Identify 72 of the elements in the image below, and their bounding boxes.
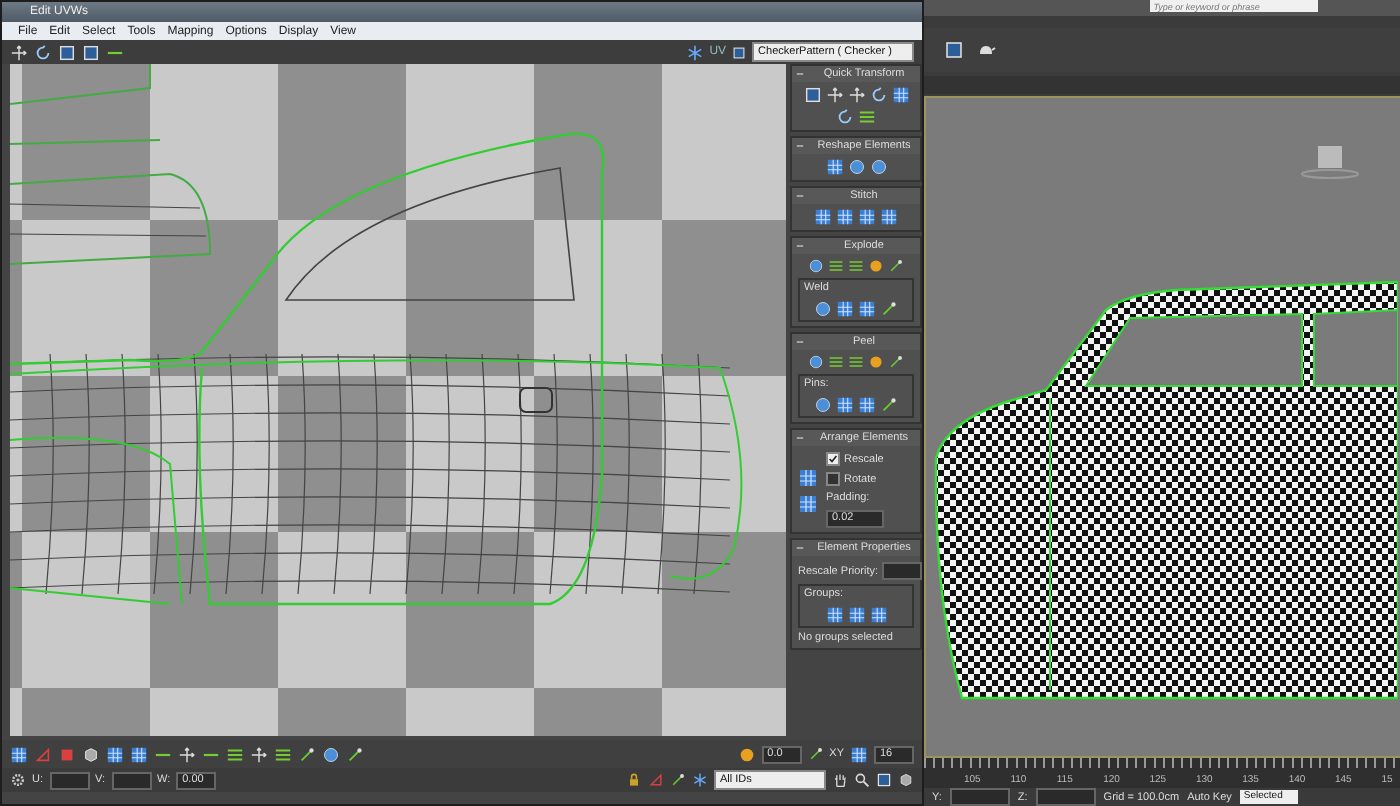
move-icon[interactable] — [250, 745, 268, 763]
grid-icon[interactable] — [836, 396, 854, 414]
pin-icon[interactable] — [888, 258, 904, 274]
move-icon[interactable] — [847, 86, 865, 104]
grid-icon[interactable] — [10, 745, 28, 763]
sphere-icon[interactable] — [322, 745, 340, 763]
grid-icon[interactable] — [858, 208, 876, 226]
lines-icon[interactable] — [848, 258, 864, 274]
pin-icon[interactable] — [880, 396, 898, 414]
lines-icon[interactable] — [828, 354, 844, 370]
move-icon[interactable] — [178, 745, 196, 763]
lines-icon[interactable] — [828, 258, 844, 274]
grid-icon[interactable] — [798, 467, 818, 487]
sphere-icon[interactable] — [814, 396, 832, 414]
grid-icon[interactable] — [850, 745, 868, 763]
move-icon[interactable] — [825, 86, 843, 104]
lines-icon[interactable] — [848, 354, 864, 370]
rotate-icon[interactable] — [34, 43, 52, 61]
frame-icon[interactable] — [732, 45, 747, 59]
cube-icon[interactable] — [898, 772, 914, 788]
coordinate-field[interactable] — [111, 771, 151, 789]
sphere-icon[interactable] — [808, 258, 824, 274]
pin-icon[interactable] — [298, 745, 316, 763]
grid-icon[interactable] — [891, 86, 909, 104]
dot-icon[interactable] — [737, 745, 756, 763]
grid-icon[interactable] — [858, 300, 876, 318]
grid-icon[interactable] — [847, 606, 865, 624]
cube-icon[interactable] — [82, 745, 100, 763]
pin-icon[interactable] — [346, 745, 364, 763]
zoom-icon[interactable] — [854, 772, 870, 788]
coordinate-field[interactable] — [1035, 788, 1096, 806]
coordinate-field[interactable] — [49, 771, 89, 789]
grid-icon[interactable] — [836, 208, 854, 226]
grid-icon[interactable] — [858, 396, 876, 414]
grid-icon[interactable] — [798, 493, 818, 513]
viewport[interactable] — [924, 96, 1400, 758]
dot-icon[interactable] — [868, 258, 884, 274]
grid-icon[interactable] — [814, 208, 832, 226]
lines-icon[interactable] — [226, 745, 244, 763]
triangle-icon[interactable] — [648, 772, 664, 788]
grid-icon[interactable] — [825, 158, 843, 176]
grid-icon[interactable] — [106, 745, 124, 763]
frame-icon[interactable] — [944, 40, 964, 60]
car-model-drawing[interactable] — [934, 280, 1398, 700]
lock-icon[interactable] — [626, 772, 642, 788]
grid-icon[interactable] — [880, 208, 898, 226]
gear-icon[interactable] — [10, 772, 26, 788]
lines-icon[interactable] — [858, 108, 876, 126]
grid-icon[interactable] — [869, 606, 887, 624]
pin-icon[interactable] — [888, 354, 904, 370]
grid-icon[interactable] — [825, 606, 843, 624]
hand-icon[interactable] — [832, 772, 848, 788]
grid-icon[interactable] — [836, 300, 854, 318]
teapot-icon[interactable] — [976, 40, 996, 60]
grid-icon[interactable] — [130, 745, 148, 763]
uv-canvas[interactable] — [10, 64, 786, 736]
pin-icon[interactable] — [670, 772, 686, 788]
frame-icon[interactable] — [803, 86, 821, 104]
checkbox[interactable] — [826, 472, 840, 486]
sphere-icon[interactable] — [808, 354, 824, 370]
priority-field[interactable] — [882, 562, 923, 580]
dot-icon[interactable] — [868, 354, 884, 370]
checkbox[interactable] — [826, 452, 840, 466]
move-icon[interactable] — [10, 43, 28, 61]
snowflake-icon[interactable] — [692, 772, 708, 788]
pin-icon[interactable] — [880, 300, 898, 318]
lines-icon[interactable] — [274, 745, 292, 763]
snowflake-icon[interactable] — [685, 43, 704, 61]
sphere-icon[interactable] — [814, 300, 832, 318]
coordinate-field[interactable] — [949, 788, 1010, 806]
frame-icon[interactable] — [876, 772, 892, 788]
pin-icon[interactable] — [807, 746, 824, 762]
